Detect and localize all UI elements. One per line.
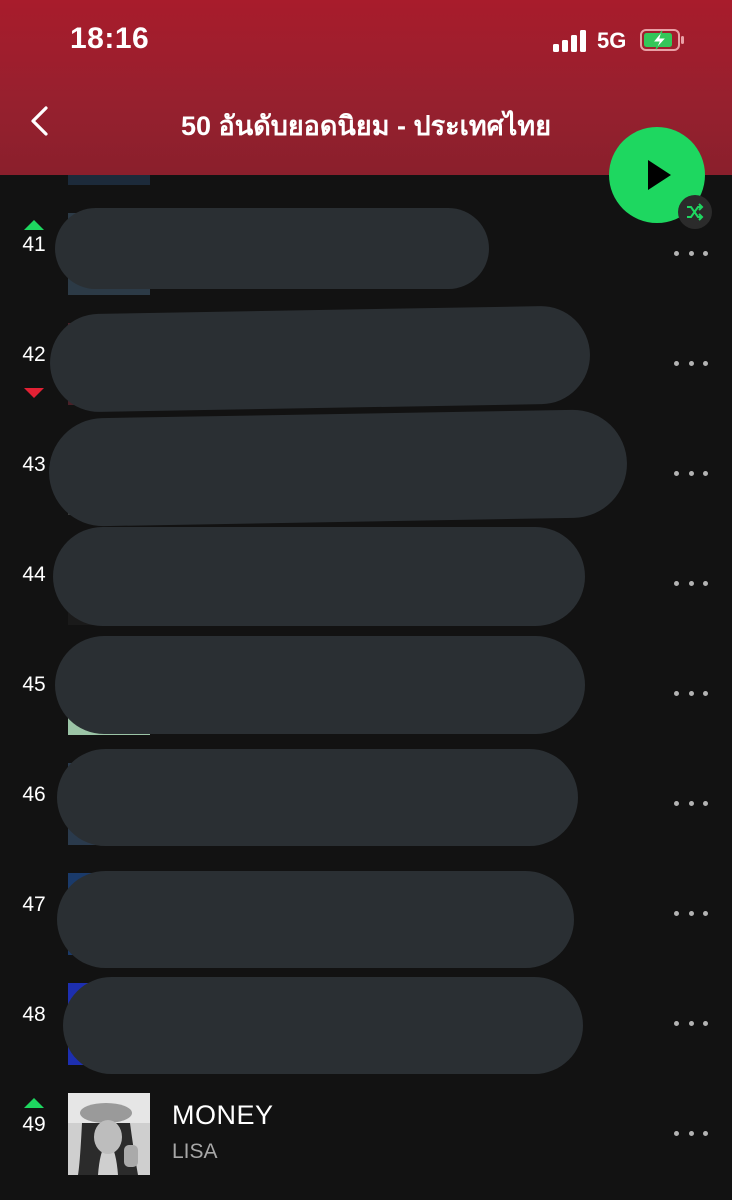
trend-up-icon [24, 1098, 44, 1108]
track-title: MONEY [172, 1100, 274, 1130]
back-button[interactable] [26, 104, 56, 138]
more-button[interactable] [674, 903, 708, 923]
more-button[interactable] [674, 793, 708, 813]
battery-charging-icon [640, 29, 684, 51]
album-art [68, 1093, 150, 1175]
shuffle-button[interactable] [678, 195, 712, 229]
previous-track-art [68, 175, 150, 185]
redacted-block [55, 208, 489, 289]
more-button[interactable] [674, 683, 708, 703]
track-row[interactable]: 49 [0, 1079, 732, 1189]
shuffle-icon [687, 203, 704, 221]
signal-icon [553, 30, 589, 52]
redacted-block [57, 871, 574, 968]
more-button[interactable] [674, 1013, 708, 1033]
playlist-title: 50 อันดับยอดนิยม - ประเทศไทย [180, 111, 552, 141]
redacted-block [57, 749, 578, 846]
chevron-left-icon [31, 106, 48, 136]
track-rank: 48 [22, 1003, 46, 1026]
more-button[interactable] [674, 243, 708, 263]
play-icon [648, 160, 671, 190]
more-button[interactable] [674, 573, 708, 593]
more-button[interactable] [674, 1123, 708, 1143]
track-rank: 49 [22, 1113, 46, 1136]
network-label: 5G [597, 28, 627, 53]
redacted-block [63, 977, 583, 1074]
trend-down-icon [24, 388, 44, 398]
trend-up-icon [24, 220, 44, 230]
track-artist: LISA [172, 1140, 218, 1163]
more-button[interactable] [674, 463, 708, 483]
more-button[interactable] [674, 353, 708, 373]
redacted-block [53, 527, 585, 626]
redacted-block [48, 408, 628, 528]
redacted-block [49, 305, 591, 413]
status-time: 18:16 [70, 22, 150, 55]
redacted-block [55, 636, 585, 734]
